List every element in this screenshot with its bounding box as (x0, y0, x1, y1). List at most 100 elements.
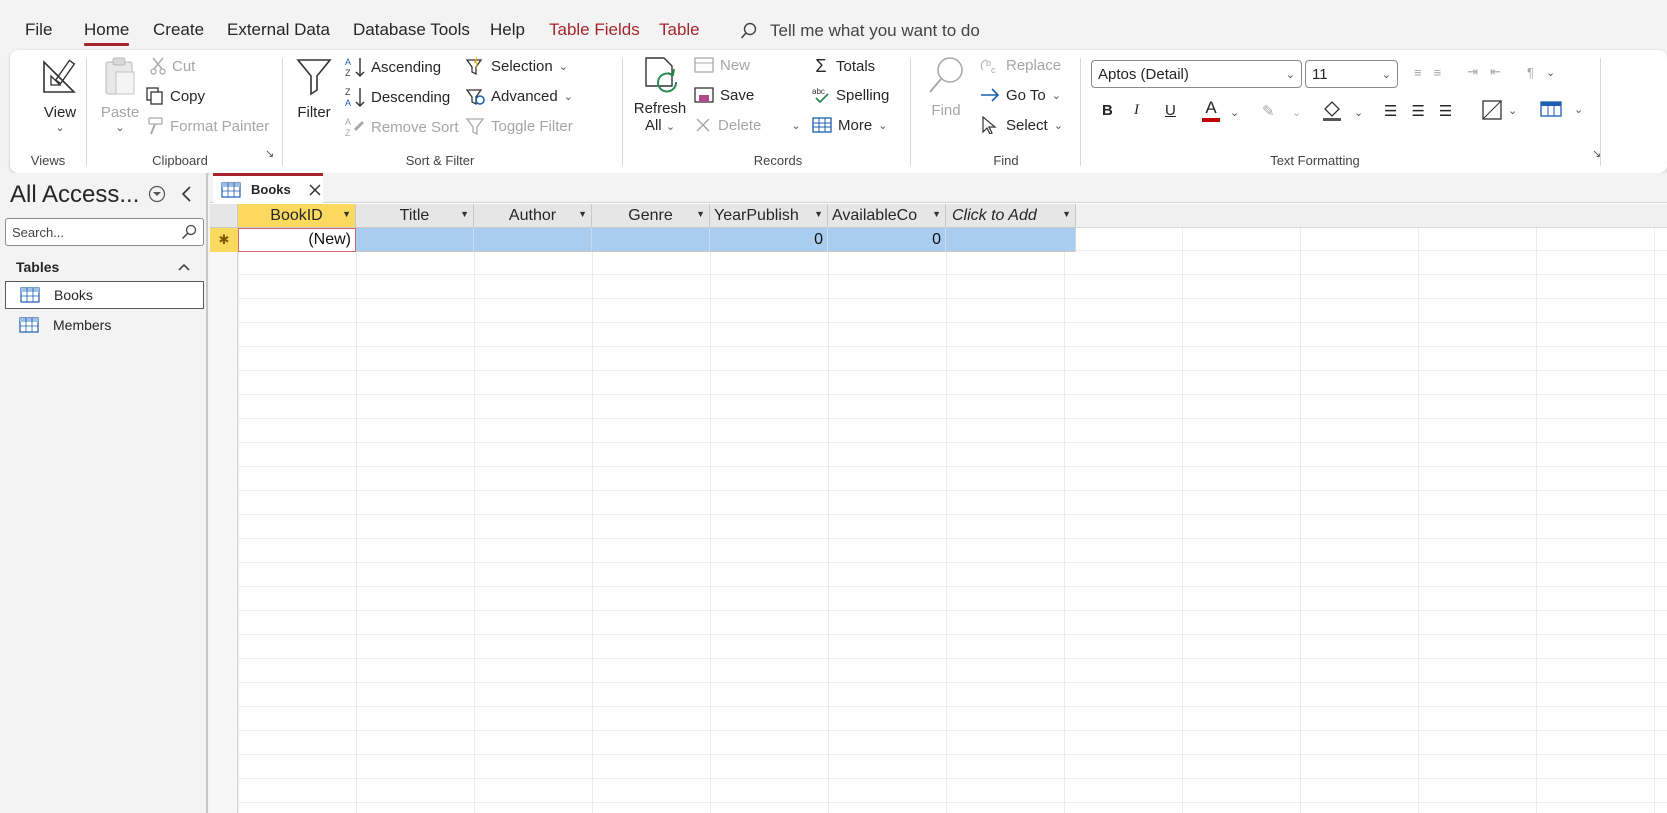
select-button[interactable]: Select ⌄ (980, 116, 1063, 134)
align-right-icon[interactable]: ☰ (1439, 102, 1452, 120)
tab-table[interactable]: Table (659, 20, 700, 40)
nav-pane-title[interactable]: All Access... (10, 181, 139, 209)
outdent-icon[interactable]: ⇤ (1490, 64, 1501, 80)
group-label-find: Find (993, 153, 1019, 168)
align-left-icon[interactable]: ☰ (1384, 102, 1397, 120)
totals-button[interactable]: Σ Totals (812, 56, 875, 77)
tab-database-tools[interactable]: Database Tools (353, 20, 470, 40)
table-icon (221, 181, 241, 198)
column-header-label: Genre (628, 206, 673, 224)
replace-button[interactable]: bc Replace (980, 56, 1061, 74)
save-button[interactable]: Save (694, 86, 754, 104)
tab-create[interactable]: Create (153, 20, 204, 40)
tab-help[interactable]: Help (490, 20, 525, 40)
go-to-button[interactable]: Go To ⌄ (980, 86, 1061, 104)
advanced-filter-icon (465, 89, 485, 106)
column-header-click-to-add[interactable]: Click to Add ▼ (946, 204, 1076, 228)
cell-author-new[interactable] (474, 228, 592, 252)
record-selector-column[interactable] (210, 204, 238, 813)
chevron-down-icon[interactable]: ⌄ (791, 119, 800, 132)
filter-button[interactable]: Filter (294, 56, 334, 121)
chevron-down-icon[interactable]: ⌄ (1230, 106, 1239, 119)
fill-color-button[interactable] (1322, 100, 1342, 122)
column-header-title[interactable]: Title ▼ (356, 204, 474, 228)
spelling-button[interactable]: abc Spelling (812, 86, 889, 104)
tell-me-search[interactable]: Tell me what you want to do (740, 18, 980, 44)
delete-button[interactable]: Delete ⌄ (694, 116, 801, 134)
selection-button[interactable]: Selection ⌄ (465, 56, 568, 76)
dropdown-arrow-icon[interactable]: ▼ (814, 209, 823, 219)
collapse-pane-icon[interactable] (180, 185, 194, 203)
dropdown-arrow-icon[interactable]: ▼ (696, 209, 705, 219)
chevron-down-icon[interactable]: ⌄ (1292, 106, 1301, 119)
descending-button[interactable]: ZA Descending (345, 86, 450, 108)
dropdown-arrow-icon[interactable]: ▼ (460, 209, 469, 219)
align-center-icon[interactable]: ☰ (1411, 102, 1424, 120)
nav-item-books[interactable]: Books (5, 281, 204, 309)
ascending-button[interactable]: AZ Ascending (345, 56, 441, 78)
column-header-availablecopies[interactable]: AvailableCo ▼ (828, 204, 946, 228)
copy-button[interactable]: Copy (146, 87, 205, 105)
font-color-button[interactable]: A (1202, 98, 1220, 122)
select-all-corner[interactable] (210, 204, 238, 228)
italic-button[interactable]: I (1134, 102, 1139, 119)
toggle-filter-button[interactable]: Toggle Filter (465, 116, 573, 136)
tab-external-data[interactable]: External Data (227, 20, 330, 40)
cell-yearpublished-new[interactable]: 0 (710, 228, 828, 252)
bullets-icon[interactable]: ≡ (1414, 65, 1422, 80)
chevron-down-icon[interactable]: ⌄ (1354, 106, 1363, 119)
dropdown-arrow-icon[interactable]: ▼ (342, 209, 351, 219)
find-button[interactable]: Find (924, 56, 968, 119)
nav-search-input[interactable]: Search... (5, 218, 204, 246)
cell-genre-new[interactable] (592, 228, 710, 252)
cut-button[interactable]: Cut (150, 57, 195, 75)
dropdown-arrow-icon[interactable]: ▼ (578, 209, 587, 219)
dropdown-arrow-icon[interactable]: ▼ (932, 209, 941, 219)
font-name-value: Aptos (Detail) (1098, 65, 1189, 83)
new-record-button[interactable]: New (694, 56, 750, 74)
bold-button[interactable]: B (1102, 102, 1113, 119)
dropdown-arrow-icon[interactable]: ▼ (1062, 209, 1071, 219)
more-button[interactable]: More ⌄ (812, 116, 887, 134)
highlight-button[interactable]: ✎ (1262, 102, 1275, 120)
tab-table-fields[interactable]: Table Fields (549, 20, 640, 40)
column-header-author[interactable]: Author ▼ (474, 204, 592, 228)
column-header-genre[interactable]: Genre ▼ (592, 204, 710, 228)
ribbon: View ⌄ Views Paste ⌄ Cut Copy Format Pai… (10, 50, 1667, 173)
column-header-label: BookID (270, 206, 323, 224)
format-painter-button[interactable]: Format Painter (146, 117, 269, 135)
document-tab-books[interactable]: Books (213, 173, 323, 203)
nav-section-tables[interactable]: Tables (0, 255, 206, 279)
dialog-launcher-icon[interactable]: ↘ (265, 147, 274, 160)
close-icon[interactable] (309, 184, 321, 196)
refresh-all-button[interactable]: Refresh All ⌄ (632, 56, 688, 134)
nav-item-members[interactable]: Members (5, 311, 204, 339)
cell-click-to-add-new[interactable] (946, 228, 1076, 252)
indent-icon[interactable]: ⇥ (1467, 64, 1478, 80)
tab-home[interactable]: Home (84, 20, 130, 46)
new-record-marker-icon[interactable]: ✱ (210, 228, 238, 252)
font-size-select[interactable]: 11 ⌄ (1305, 60, 1398, 88)
cell-bookid-new[interactable]: (New) (238, 228, 356, 252)
paste-button[interactable]: Paste ⌄ (96, 56, 144, 134)
cell-availablecopies-new[interactable]: 0 (828, 228, 946, 252)
alternate-row-color-button[interactable]: ⌄ (1540, 100, 1583, 118)
underline-button[interactable]: U (1165, 102, 1176, 119)
remove-sort-button[interactable]: AZ Remove Sort (345, 116, 459, 138)
dropdown-circle-icon[interactable] (148, 185, 166, 203)
tab-file[interactable]: File (25, 20, 52, 40)
view-button[interactable]: View ⌄ (30, 56, 90, 134)
chevron-down-icon[interactable]: ⌄ (1546, 66, 1555, 79)
datasheet-grid[interactable]: BookID ▼ Title ▼ Author ▼ Genre ▼ YearPublis… (210, 204, 1667, 813)
separator (1600, 58, 1601, 166)
gridlines-button[interactable]: ⌄ (1482, 100, 1517, 120)
delete-icon (696, 118, 710, 132)
cell-title-new[interactable] (356, 228, 474, 252)
numbering-icon[interactable]: ≡ (1434, 65, 1442, 80)
paragraph-icon[interactable]: ¶ (1527, 65, 1534, 80)
column-header-yearpublished[interactable]: YearPublish ▼ (710, 204, 828, 228)
advanced-button[interactable]: Advanced ⌄ (465, 86, 573, 106)
column-header-bookid[interactable]: BookID ▼ (238, 204, 356, 228)
font-name-select[interactable]: Aptos (Detail) ⌄ (1091, 60, 1302, 88)
chevron-down-icon: ⌄ (563, 90, 573, 103)
